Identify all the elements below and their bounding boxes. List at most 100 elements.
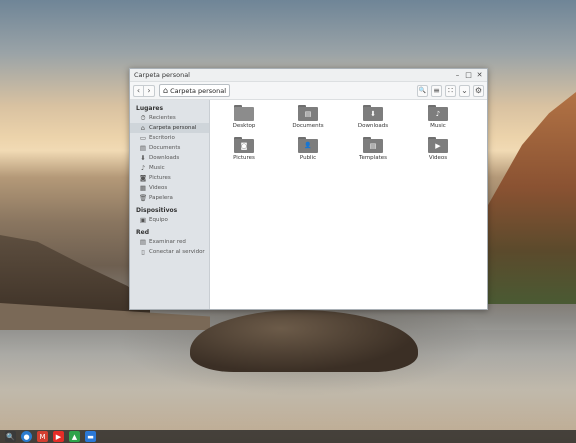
grid-view-button[interactable]: ∷ xyxy=(445,84,456,97)
sidebar-item-label: Examinar red xyxy=(149,239,186,245)
sidebar-item-computer[interactable]: ▣ Equipo xyxy=(130,215,209,225)
sidebar-item-label: Music xyxy=(149,165,165,171)
folder-label: Documents xyxy=(292,123,324,129)
sidebar-item-label: Videos xyxy=(149,185,168,191)
sidebar-item-label: Equipo xyxy=(149,217,168,223)
list-view-icon: ≡ xyxy=(433,86,440,95)
path-bar-label: Carpeta personal xyxy=(170,86,227,95)
window-content: Lugares ⏱ Recientes ⌂ Carpeta personal ▭… xyxy=(130,100,487,309)
sidebar-item-desktop[interactable]: ▭ Escritorio xyxy=(130,133,209,143)
youtube-icon[interactable]: ▶ xyxy=(53,431,64,442)
back-button[interactable]: ‹ xyxy=(133,84,144,97)
folder-label: Pictures xyxy=(233,155,255,161)
document-icon: ▤ xyxy=(139,144,147,152)
computer-icon: ▣ xyxy=(139,216,147,224)
folder-item-public[interactable]: 👤 Public xyxy=(283,137,333,161)
pictures-folder-icon: ◙ xyxy=(234,137,254,153)
sidebar-item-trash[interactable]: 🗑 Papelera xyxy=(130,193,209,203)
close-button[interactable]: ✕ xyxy=(475,69,484,81)
downloads-folder-icon: ⬇ xyxy=(363,105,383,121)
wallpaper-rock xyxy=(190,310,418,372)
drive-icon[interactable]: ▲ xyxy=(69,431,80,442)
sidebar-item-browse-network[interactable]: ▤ Examinar red xyxy=(130,237,209,247)
sidebar-item-videos[interactable]: ▦ Videos xyxy=(130,183,209,193)
folder-item-videos[interactable]: ▶ Videos xyxy=(413,137,463,161)
chevron-right-icon: › xyxy=(147,86,151,95)
home-icon: ⌂ xyxy=(140,124,146,132)
sidebar-item-pictures[interactable]: ◙ Pictures xyxy=(130,173,209,183)
server-icon: ▯ xyxy=(141,248,145,256)
launcher-search-icon[interactable]: 🔍 xyxy=(5,431,16,442)
sidebar-item-label: Downloads xyxy=(149,155,180,161)
folder-item-templates[interactable]: ▤ Templates xyxy=(348,137,398,161)
toolbar: ‹ › ⌂ Carpeta personal 🔍 ≡ ∷ ⌄ ⚙ xyxy=(130,82,487,100)
folder-item-desktop[interactable]: Desktop xyxy=(219,105,269,129)
folder-item-downloads[interactable]: ⬇ Downloads xyxy=(348,105,398,129)
sidebar-item-label: Pictures xyxy=(149,175,171,181)
forward-button[interactable]: › xyxy=(144,84,155,97)
public-folder-icon: 👤 xyxy=(298,137,318,153)
sidebar-item-label: Conectar al servidor xyxy=(149,249,205,255)
chrome-icon[interactable]: ● xyxy=(21,431,32,442)
sidebar-item-home[interactable]: ⌂ Carpeta personal xyxy=(130,123,209,133)
sidebar-item-label: Documents xyxy=(149,145,181,151)
folder-item-documents[interactable]: ▤ Documents xyxy=(283,105,333,129)
maximize-button[interactable]: □ xyxy=(464,69,473,81)
camera-icon: ◙ xyxy=(139,174,147,182)
documents-folder-icon: ▤ xyxy=(298,105,318,121)
sidebar-header-network: Red xyxy=(136,229,149,236)
sidebar-item-recent[interactable]: ⏱ Recientes xyxy=(130,113,209,123)
grid-view-icon: ∷ xyxy=(447,86,454,95)
view-options-button[interactable]: ⌄ xyxy=(459,84,470,97)
video-icon: ▦ xyxy=(139,184,147,192)
folder-item-pictures[interactable]: ◙ Pictures xyxy=(219,137,269,161)
sidebar-item-label: Escritorio xyxy=(149,135,175,141)
gear-icon: ⚙ xyxy=(474,86,483,95)
path-bar-home[interactable]: ⌂ Carpeta personal xyxy=(159,84,231,97)
music-icon: ♪ xyxy=(140,164,146,172)
home-icon: ⌂ xyxy=(163,86,169,95)
folder-label: Music xyxy=(430,123,446,129)
sidebar-header-places: Lugares xyxy=(136,105,164,112)
list-view-button[interactable]: ≡ xyxy=(431,84,442,97)
trash-icon: 🗑 xyxy=(139,194,148,202)
sidebar-item-label: Carpeta personal xyxy=(149,125,197,131)
taskbar: 🔍 ● M ▶ ▲ ▬ xyxy=(0,430,576,443)
files-app-icon[interactable]: ▬ xyxy=(85,431,96,442)
download-icon: ⬇ xyxy=(140,154,146,162)
folder-label: Templates xyxy=(359,155,387,161)
folder-label: Desktop xyxy=(232,123,256,129)
music-folder-icon: ♪ xyxy=(428,105,448,121)
sidebar-item-label: Papelera xyxy=(149,195,173,201)
folder-item-music[interactable]: ♪ Music xyxy=(413,105,463,129)
window-titlebar[interactable]: Carpeta personal – □ ✕ xyxy=(130,69,487,82)
network-icon: ▤ xyxy=(139,238,147,246)
file-manager-window: Carpeta personal – □ ✕ ‹ › ⌂ Carpeta per… xyxy=(129,68,488,310)
sidebar-item-music[interactable]: ♪ Music xyxy=(130,163,209,173)
sidebar-item-label: Recientes xyxy=(149,115,176,121)
sidebar-item-connect-server[interactable]: ▯ Conectar al servidor xyxy=(130,247,209,257)
file-grid: Desktop ▤ Documents ⬇ Downloads ♪ Music … xyxy=(210,100,487,309)
videos-folder-icon: ▶ xyxy=(428,137,448,153)
clock-icon: ⏱ xyxy=(140,113,146,122)
nav-buttons: ‹ › xyxy=(133,84,155,97)
wallpaper-mountain-right xyxy=(486,92,576,304)
search-icon: 🔍 xyxy=(418,87,427,94)
minimize-button[interactable]: – xyxy=(453,69,462,81)
settings-button[interactable]: ⚙ xyxy=(473,84,484,97)
folder-label: Videos xyxy=(428,155,448,161)
search-button[interactable]: 🔍 xyxy=(417,84,428,97)
sidebar-item-downloads[interactable]: ⬇ Downloads xyxy=(130,153,209,163)
folder-label: Public xyxy=(299,155,317,161)
toolbar-right: 🔍 ≡ ∷ ⌄ ⚙ xyxy=(417,84,484,97)
folder-icon xyxy=(234,105,254,121)
chevron-down-icon: ⌄ xyxy=(461,86,468,95)
sidebar-item-documents[interactable]: ▤ Documents xyxy=(130,143,209,153)
chevron-left-icon: ‹ xyxy=(136,86,141,95)
gmail-icon[interactable]: M xyxy=(37,431,48,442)
window-title: Carpeta personal xyxy=(134,71,190,79)
folder-label: Downloads xyxy=(357,123,389,129)
sidebar: Lugares ⏱ Recientes ⌂ Carpeta personal ▭… xyxy=(130,100,210,309)
templates-folder-icon: ▤ xyxy=(363,137,383,153)
desktop-icon: ▭ xyxy=(139,134,147,142)
